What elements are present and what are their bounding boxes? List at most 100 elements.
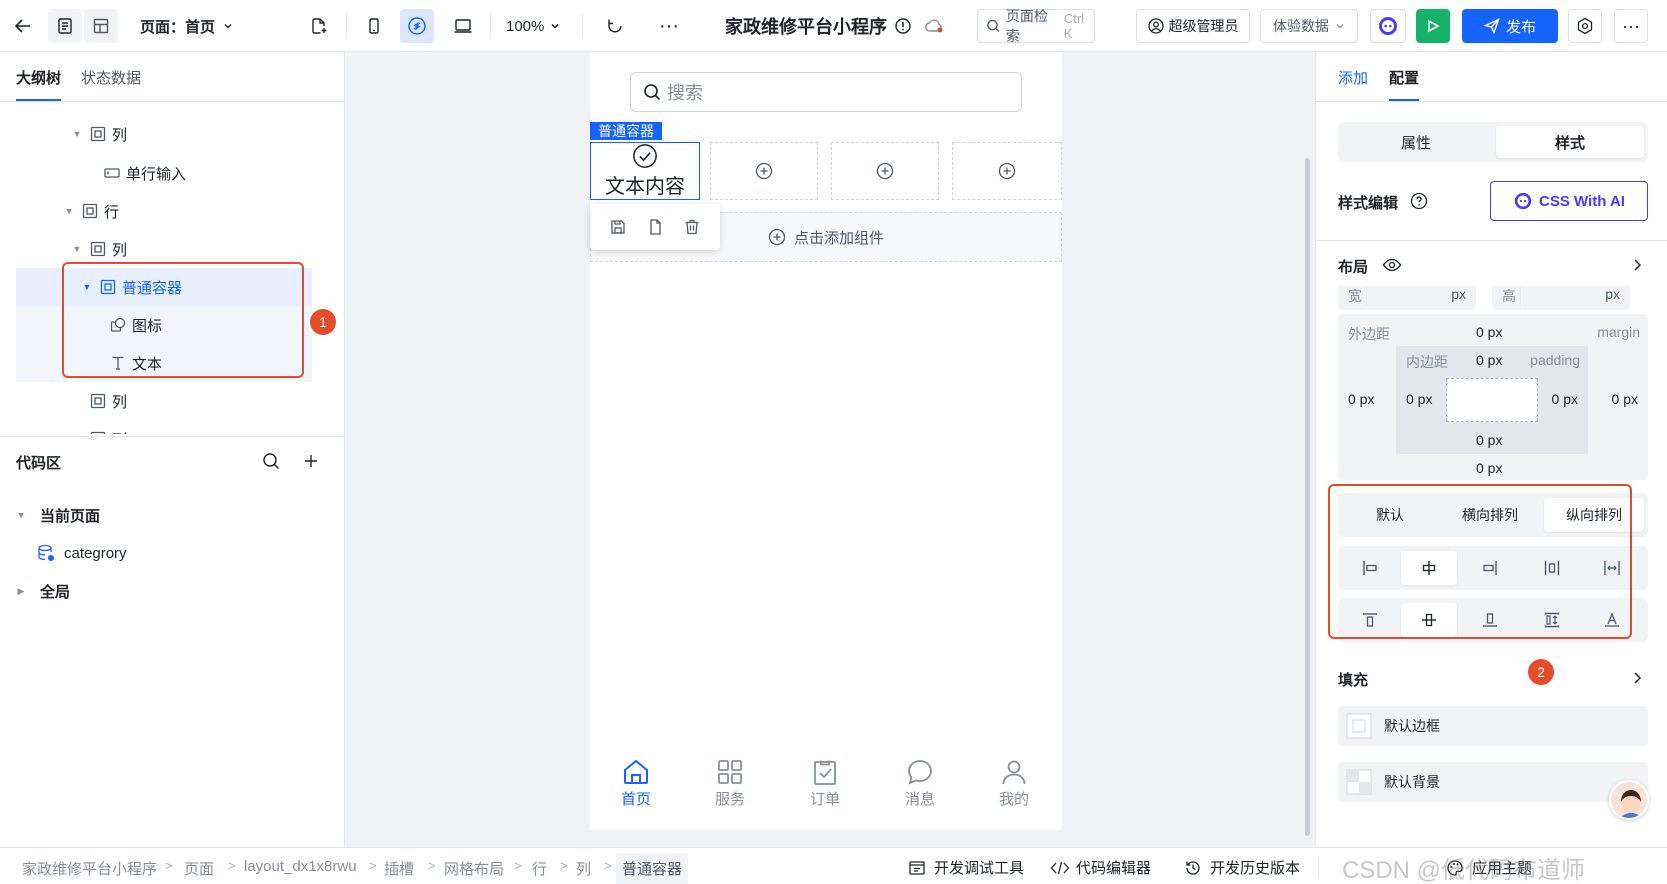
- zoom-selector[interactable]: 100%: [506, 9, 560, 43]
- more-icon[interactable]: ···: [652, 9, 686, 43]
- cloud-sync-icon[interactable]: [918, 9, 952, 43]
- history-button[interactable]: 开发历史版本: [1184, 857, 1300, 878]
- code-global[interactable]: ▶ 全局: [16, 572, 70, 610]
- empty-cell[interactable]: [831, 142, 939, 200]
- selected-container[interactable]: 文本内容: [590, 142, 700, 200]
- grid-icon: [718, 760, 742, 784]
- tab-outline-tree[interactable]: 大纲树: [16, 67, 62, 101]
- caret-down-icon[interactable]: ▼: [72, 129, 82, 139]
- more-menu-button[interactable]: ···: [1614, 9, 1648, 43]
- padding-left-value[interactable]: 0 px: [1406, 391, 1432, 407]
- breadcrumb-item[interactable]: 列: [576, 858, 591, 879]
- margin-bottom-value[interactable]: 0 px: [1476, 460, 1502, 476]
- run-button[interactable]: [1416, 9, 1450, 43]
- plus-circle-icon: [876, 162, 894, 180]
- breadcrumb-separator: >: [165, 858, 173, 873]
- search-icon[interactable]: [262, 452, 280, 470]
- dev-tools-label: 开发调试工具: [934, 860, 1025, 877]
- height-label: 高: [1502, 288, 1516, 304]
- miniprogram-preview-icon[interactable]: [400, 9, 434, 43]
- tabbar-item-service[interactable]: 服务: [700, 758, 760, 809]
- help-icon[interactable]: [1410, 192, 1428, 210]
- padding-top-value[interactable]: 0 px: [1476, 352, 1502, 368]
- tab-style[interactable]: 样式: [1496, 126, 1644, 158]
- margin-top-value[interactable]: 0 px: [1476, 324, 1502, 340]
- refresh-icon[interactable]: [598, 9, 632, 43]
- padding-bottom-value[interactable]: 0 px: [1476, 432, 1502, 448]
- default-border-row[interactable]: 默认边框: [1338, 706, 1648, 746]
- database-icon: [38, 544, 54, 561]
- code-item-categrory[interactable]: categrory: [36, 534, 127, 572]
- assistant-avatar[interactable]: [1609, 780, 1649, 820]
- delete-icon[interactable]: [683, 218, 701, 236]
- tabbar-item-home[interactable]: 首页: [606, 758, 666, 809]
- tree-node-column[interactable]: 列: [16, 420, 312, 434]
- css-with-ai-button[interactable]: CSS With AI: [1490, 181, 1648, 221]
- height-field[interactable]: 高 px: [1492, 286, 1630, 310]
- add-page-icon[interactable]: [302, 9, 336, 43]
- page-search-box[interactable]: 页面检索 Ctrl K: [977, 8, 1095, 44]
- phone-search-input[interactable]: 搜索: [630, 72, 1022, 112]
- dev-tools-button[interactable]: 开发调试工具: [908, 857, 1024, 878]
- margin-left-value[interactable]: 0 px: [1348, 391, 1374, 407]
- tree-node-column[interactable]: ▼ 列: [16, 115, 312, 153]
- annotation-box-2: [1328, 484, 1632, 639]
- height-unit: px: [1605, 286, 1620, 302]
- tab-add[interactable]: 添加: [1338, 67, 1368, 88]
- publish-button[interactable]: 发布: [1462, 9, 1558, 43]
- ai-assistant-icon: [1514, 192, 1532, 210]
- caret-down-icon[interactable]: ▼: [16, 510, 26, 520]
- settings-button[interactable]: [1568, 9, 1602, 43]
- info-icon[interactable]: [886, 9, 920, 43]
- back-arrow-icon[interactable]: [6, 9, 40, 43]
- padding-right-value[interactable]: 0 px: [1552, 391, 1578, 407]
- breadcrumb-item[interactable]: 插槽: [384, 858, 414, 879]
- margin-right-value[interactable]: 0 px: [1612, 391, 1638, 407]
- tree-node-row[interactable]: ▼ 行: [16, 192, 312, 230]
- chevron-right-icon[interactable]: [1630, 671, 1644, 685]
- default-background-row[interactable]: 默认背景: [1338, 762, 1648, 802]
- history-label: 开发历史版本: [1210, 860, 1301, 877]
- empty-cell[interactable]: [710, 142, 818, 200]
- mobile-preview-icon[interactable]: [357, 9, 391, 43]
- tree-node-input[interactable]: 单行输入: [16, 154, 312, 192]
- caret-right-icon[interactable]: ▶: [16, 586, 26, 596]
- tree-node-column[interactable]: 列: [16, 382, 312, 420]
- ai-assistant-button[interactable]: [1370, 9, 1406, 43]
- tabbar-item-messages[interactable]: 消息: [890, 758, 950, 809]
- canvas-scrollbar[interactable]: [1305, 158, 1310, 836]
- save-icon[interactable]: [609, 218, 627, 236]
- default-background-label: 默认背景: [1384, 774, 1440, 790]
- tab-state-data[interactable]: 状态数据: [81, 67, 141, 88]
- tab-properties[interactable]: 属性: [1342, 126, 1490, 158]
- tab-config[interactable]: 配置: [1389, 67, 1420, 101]
- empty-cell[interactable]: [952, 142, 1062, 200]
- breadcrumb-item[interactable]: layout_dx1x8rwu: [244, 858, 357, 875]
- tabbar-item-me[interactable]: 我的: [984, 758, 1044, 809]
- breadcrumb-current[interactable]: 普通容器: [616, 853, 689, 884]
- user-menu[interactable]: 超级管理员: [1136, 9, 1250, 43]
- caret-down-icon[interactable]: ▼: [64, 206, 74, 216]
- layout-template-icon[interactable]: [84, 9, 118, 43]
- data-mode-select[interactable]: 体验数据: [1260, 9, 1358, 43]
- code-editor-button[interactable]: 代码编辑器: [1050, 857, 1151, 878]
- chat-bubble-icon: [908, 760, 932, 785]
- code-current-page[interactable]: ▼ 当前页面: [16, 496, 100, 534]
- tabbar-item-orders[interactable]: 订单: [795, 758, 855, 809]
- page-selector[interactable]: 页面：首页: [140, 9, 233, 43]
- text-content[interactable]: 文本内容: [605, 170, 685, 199]
- width-field[interactable]: 宽 px: [1338, 286, 1476, 310]
- selected-component-tag: 普通容器: [590, 122, 662, 140]
- breadcrumb-item[interactable]: 页面: [184, 858, 214, 879]
- add-icon[interactable]: [302, 452, 320, 470]
- breadcrumb-item[interactable]: 网格布局: [444, 858, 504, 879]
- desktop-preview-icon[interactable]: [446, 9, 480, 43]
- breadcrumb-item[interactable]: 家政维修平台小程序: [22, 858, 157, 879]
- user-circle-icon: [1147, 18, 1164, 34]
- breadcrumb-item[interactable]: 行: [532, 858, 547, 879]
- copy-icon[interactable]: [646, 218, 664, 236]
- eye-icon[interactable]: [1382, 256, 1402, 274]
- caret-down-icon[interactable]: ▼: [72, 244, 82, 254]
- page-list-icon[interactable]: [48, 9, 82, 43]
- chevron-right-icon[interactable]: [1630, 258, 1644, 272]
